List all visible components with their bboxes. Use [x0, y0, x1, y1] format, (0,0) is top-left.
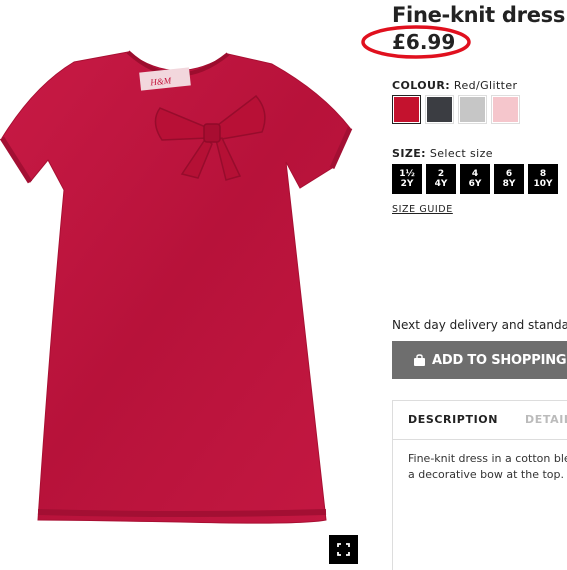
expand-image-button[interactable]: [329, 535, 358, 564]
size-option-bottom: 10Y: [533, 179, 553, 189]
size-option-bottom: 4Y: [434, 179, 448, 189]
tab-details[interactable]: DETAIL: [525, 413, 567, 426]
size-option-bottom: 8Y: [502, 179, 516, 189]
size-option-4-6y[interactable]: 4 6Y: [460, 164, 490, 194]
colour-swatches: [392, 95, 520, 124]
add-to-bag-label: ADD TO SHOPPING BA: [432, 352, 567, 368]
size-option-top: 4: [471, 169, 479, 179]
size-option-bottom: 6Y: [468, 179, 482, 189]
swatch-dark-grey[interactable]: [425, 95, 454, 124]
size-option-top: 8: [539, 169, 547, 179]
tab-description[interactable]: DESCRIPTION: [408, 413, 498, 426]
size-guide-link[interactable]: SIZE GUIDE: [392, 204, 453, 215]
dress-hem: [37, 509, 327, 517]
size-label: SIZE: Select size: [392, 147, 493, 160]
add-to-bag-button[interactable]: ADD TO SHOPPING BA: [392, 341, 567, 379]
size-label-title: SIZE:: [392, 147, 426, 160]
description-text: Fine-knit dress in a cotton blen a decor…: [408, 451, 567, 483]
price-highlight: £6.99: [360, 24, 472, 60]
product-price: £6.99: [392, 30, 456, 54]
colour-selected-value: Red/Glitter: [453, 79, 518, 92]
bag-icon: [413, 353, 426, 367]
product-image: H&M: [0, 0, 372, 565]
delivery-info: Next day delivery and standa: [392, 318, 567, 332]
swatch-light-pink[interactable]: [491, 95, 520, 124]
swatch-light-grey[interactable]: [458, 95, 487, 124]
size-option-top: 6: [505, 169, 513, 179]
colour-label: COLOUR: Red/Glitter: [392, 79, 517, 92]
size-option-8-10y[interactable]: 8 10Y: [528, 164, 558, 194]
size-option-bottom: 2Y: [400, 179, 414, 189]
size-option-top: 1½: [399, 169, 415, 179]
details-tabs: DESCRIPTION DETAIL: [393, 401, 567, 440]
expand-icon: [337, 543, 350, 556]
description-line: Fine-knit dress in a cotton blen: [408, 452, 567, 465]
size-option-6-8y[interactable]: 6 8Y: [494, 164, 524, 194]
details-panel: DESCRIPTION DETAIL Fine-knit dress in a …: [392, 400, 567, 570]
size-option-2-4y[interactable]: 2 4Y: [426, 164, 456, 194]
dress-illustration: H&M: [0, 50, 353, 524]
description-line: a decorative bow at the top.: [408, 468, 564, 481]
colour-label-title: COLOUR:: [392, 79, 450, 92]
size-options: 1½ 2Y 2 4Y 4 6Y 6 8Y 8 10Y: [392, 164, 558, 194]
size-option-top: 2: [437, 169, 445, 179]
size-hint: Select size: [429, 147, 493, 160]
swatch-red-glitter[interactable]: [392, 95, 421, 124]
size-option-1-5-2y[interactable]: 1½ 2Y: [392, 164, 422, 194]
